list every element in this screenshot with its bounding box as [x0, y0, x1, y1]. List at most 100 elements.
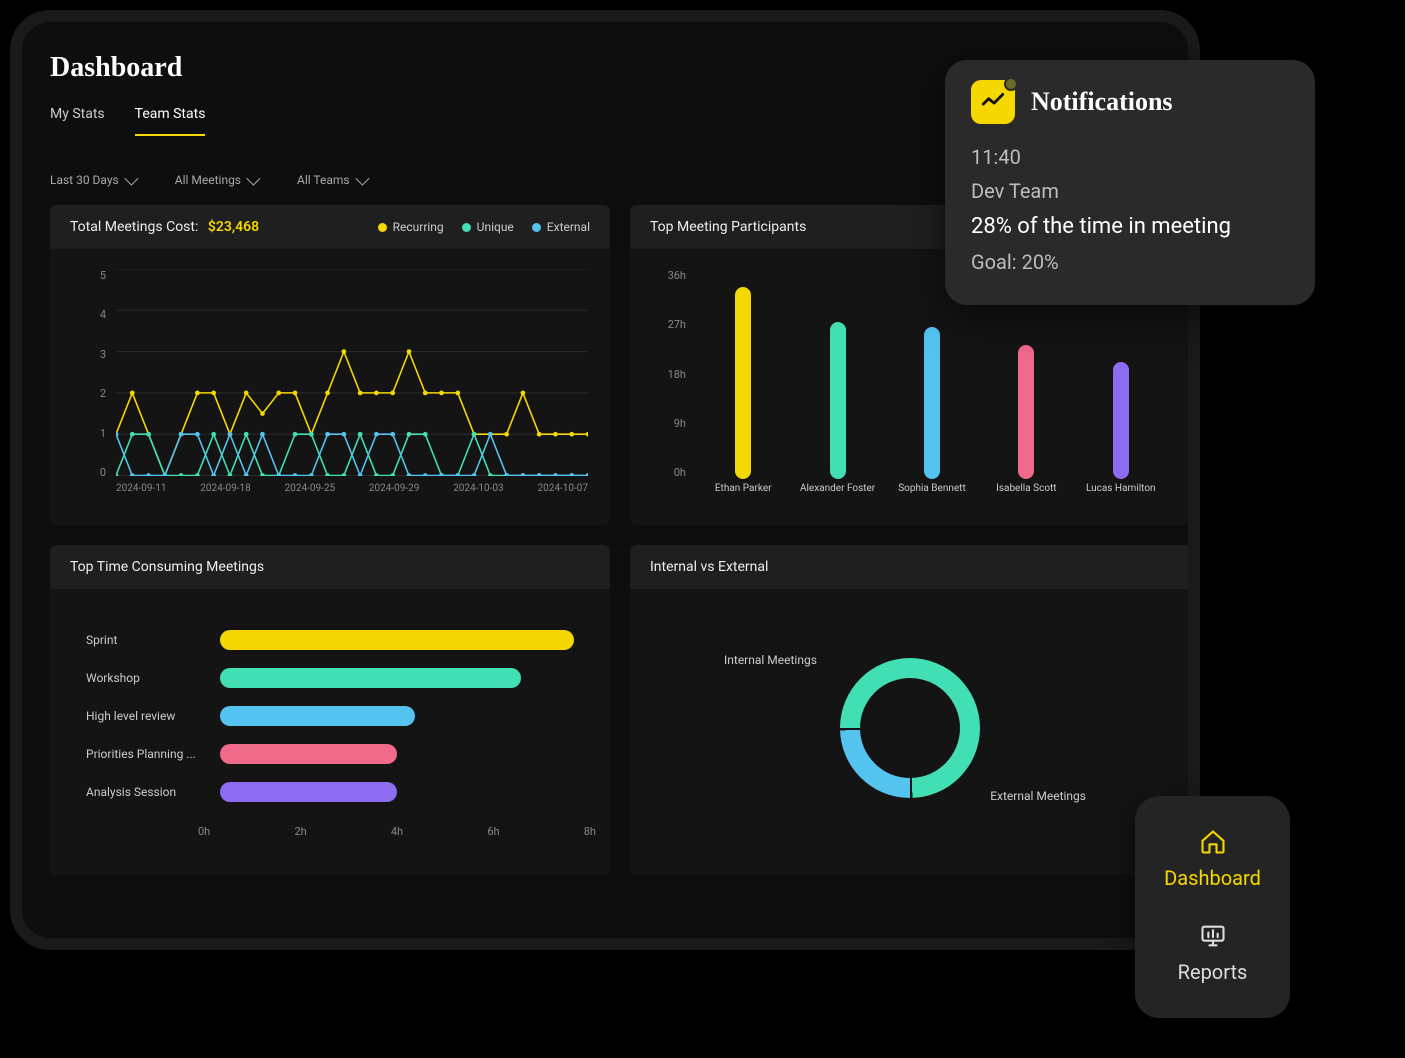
donut-label-internal: Internal Meetings	[724, 653, 817, 667]
y-tick: 1	[64, 427, 112, 440]
notification-goal: Goal: 20%	[971, 245, 1289, 279]
legend: Recurring Unique External	[378, 220, 590, 234]
y-tick: 0	[64, 466, 112, 479]
hbar-label: Priorities Planning ...	[86, 747, 206, 761]
bar	[1018, 345, 1034, 479]
hbar	[220, 630, 574, 650]
y-tick: 2	[64, 387, 112, 400]
y-tick: 4	[64, 308, 112, 321]
legend-label: Recurring	[393, 220, 444, 234]
chevron-down-icon	[246, 172, 260, 186]
hbar-label: High level review	[86, 709, 206, 723]
hbar-row: Priorities Planning ...	[86, 735, 574, 773]
line-plot-svg	[116, 269, 588, 476]
card-internal-external: Internal vs External Internal Meetings E…	[630, 545, 1190, 875]
bar	[924, 327, 940, 479]
legend-dot-icon	[532, 223, 541, 232]
x-tick: Alexander Foster	[796, 483, 880, 513]
card-header: Top Time Consuming Meetings	[50, 545, 610, 589]
x-tick: 4h	[391, 825, 403, 838]
hbar-label: Analysis Session	[86, 785, 206, 799]
filter-meeting-type-label: All Meetings	[175, 173, 241, 187]
notification-time: 11:40	[971, 140, 1289, 174]
y-tick: 5	[64, 269, 112, 282]
bar	[735, 287, 751, 480]
hbar-label: Sprint	[86, 633, 206, 647]
filter-meeting-type[interactable]: All Meetings	[175, 173, 257, 187]
x-tick: Isabella Scott	[984, 483, 1068, 513]
x-tick: 2024-09-25	[285, 483, 336, 513]
bar	[1113, 362, 1129, 479]
notification-team: Dev Team	[971, 174, 1289, 208]
legend-item-external: External	[532, 220, 590, 234]
home-icon	[1199, 828, 1227, 856]
notification-card[interactable]: Notifications 11:40 Dev Team 28% of the …	[945, 60, 1315, 305]
x-tick: 2024-09-11	[116, 483, 167, 513]
mini-nav: Dashboard Reports	[1135, 796, 1290, 1018]
donut-chart: Internal Meetings External Meetings	[644, 603, 1176, 863]
hbar-row: Sprint	[86, 621, 574, 659]
x-tick: Sophia Bennett	[890, 483, 974, 513]
notification-message: 28% of the time in meeting	[971, 210, 1289, 243]
x-tick: 2024-10-03	[453, 483, 504, 513]
hbar-track	[220, 782, 574, 802]
y-tick: 9h	[644, 417, 692, 430]
donut-ring	[840, 658, 980, 798]
tab-team-stats[interactable]: Team Stats	[135, 106, 206, 136]
x-tick: 8h	[584, 825, 596, 838]
x-tick: 2024-09-29	[369, 483, 420, 513]
notification-title: Notifications	[1031, 87, 1173, 117]
y-tick: 27h	[644, 318, 692, 331]
cost-value: $23,468	[208, 219, 259, 235]
bar	[830, 322, 846, 480]
x-tick: Lucas Hamilton	[1079, 483, 1163, 513]
nav-item-dashboard[interactable]: Dashboard	[1145, 820, 1280, 914]
y-tick: 36h	[644, 269, 692, 282]
y-tick: 0h	[644, 466, 692, 479]
hbar	[220, 782, 397, 802]
card-title: Top Meeting Participants	[650, 219, 806, 235]
legend-dot-icon	[462, 223, 471, 232]
card-body: 5 4 3 2 1 0 2024-09-11 2024-09-18 2024-0…	[50, 249, 610, 525]
x-tick: Ethan Parker	[701, 483, 785, 513]
card-title-row: Total Meetings Cost: $23,468	[70, 219, 259, 235]
card-time-consuming: Top Time Consuming Meetings Sprint Worksh…	[50, 545, 610, 875]
y-axis: 5 4 3 2 1 0	[64, 269, 112, 479]
x-tick: 2024-09-18	[200, 483, 251, 513]
card-header: Internal vs External	[630, 545, 1190, 589]
x-axis: Ethan Parker Alexander Foster Sophia Ben…	[696, 483, 1168, 513]
tab-my-stats[interactable]: My Stats	[50, 106, 105, 136]
filter-teams[interactable]: All Teams	[297, 173, 366, 187]
hbar-track	[220, 668, 574, 688]
x-axis: 0h 2h 4h 6h 8h	[198, 817, 596, 842]
hbar-track	[220, 630, 574, 650]
nav-item-label: Reports	[1178, 960, 1248, 984]
chevron-down-icon	[355, 172, 369, 186]
x-tick: 0h	[198, 825, 210, 838]
card-title: Internal vs External	[650, 559, 768, 575]
activity-icon	[971, 80, 1015, 124]
card-title: Top Time Consuming Meetings	[70, 559, 264, 575]
line-chart: 5 4 3 2 1 0 2024-09-11 2024-09-18 2024-0…	[64, 263, 596, 513]
nav-item-reports[interactable]: Reports	[1145, 914, 1280, 1008]
card-header: Total Meetings Cost: $23,468 Recurring U…	[50, 205, 610, 249]
y-tick: 18h	[644, 368, 692, 381]
card-body: Sprint Workshop High level review Prioritie…	[50, 589, 610, 854]
filter-date-range[interactable]: Last 30 Days	[50, 173, 135, 187]
hbar	[220, 744, 397, 764]
card-title: Total Meetings Cost:	[70, 219, 198, 235]
hbar-row: Analysis Session	[86, 773, 574, 811]
x-axis: 2024-09-11 2024-09-18 2024-09-25 2024-09…	[116, 483, 588, 513]
legend-label: External	[547, 220, 590, 234]
legend-dot-icon	[378, 223, 387, 232]
card-total-meetings-cost: Total Meetings Cost: $23,468 Recurring U…	[50, 205, 610, 525]
card-body: Internal Meetings External Meetings	[630, 589, 1190, 875]
x-tick: 6h	[487, 825, 499, 838]
legend-item-unique: Unique	[462, 220, 514, 234]
legend-label: Unique	[477, 220, 514, 234]
notification-header: Notifications	[971, 80, 1289, 124]
nav-item-label: Dashboard	[1164, 866, 1261, 890]
hbar	[220, 668, 521, 688]
hbar	[220, 706, 415, 726]
hbar-label: Workshop	[86, 671, 206, 685]
